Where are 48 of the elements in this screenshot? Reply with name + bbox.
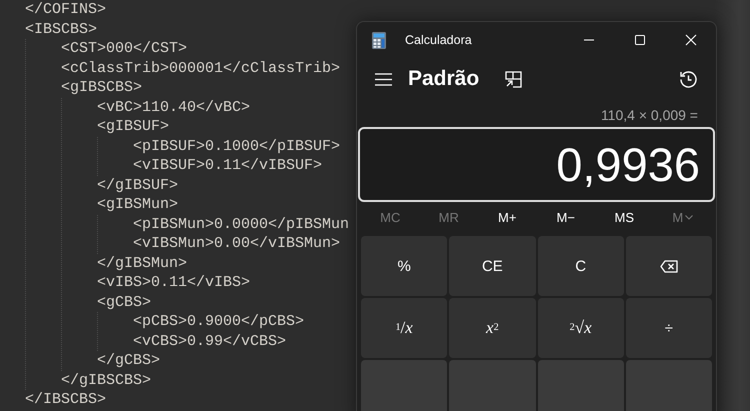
code-line: <pCBS>0.9000</pCBS> <box>133 312 304 332</box>
code-line: <vIBS>0.11</vIBS> <box>97 273 250 292</box>
code-line: </COFINS> <box>25 0 106 20</box>
key-button[interactable]: ÷ <box>626 298 712 358</box>
key-button[interactable]: C <box>538 236 624 296</box>
code-line: </gIBSCBS> <box>61 370 152 390</box>
maximize-icon <box>634 34 646 46</box>
code-line: <gCBS> <box>97 292 152 312</box>
key-button[interactable] <box>538 360 624 411</box>
backspace-button[interactable] <box>626 236 712 296</box>
history-icon[interactable] <box>679 70 698 89</box>
code-line: <vIBSMun>0.00</vIBSMun> <box>133 234 340 254</box>
code-line: <IBSCBS> <box>25 20 98 39</box>
key-button[interactable] <box>626 360 712 411</box>
code-line: </IBSCBS> <box>25 390 106 410</box>
calculator-icon <box>372 32 386 48</box>
code-line: <pIBSUF>0.1000</pIBSUF> <box>133 136 340 156</box>
expression-text: 110,4 × 0,009 = <box>600 107 698 124</box>
code-line: <vIBSUF>0.11</vIBSUF> <box>133 156 322 176</box>
memory-button[interactable]: MS <box>595 204 654 232</box>
code-line: <gIBSCBS> <box>61 78 142 98</box>
chevron-icon <box>685 215 694 220</box>
backspace-icon <box>660 260 678 272</box>
code-line: </gIBSUF> <box>97 176 178 195</box>
window-title: Calculadora <box>405 33 473 47</box>
key-button[interactable]: x$^{2}$ <box>449 298 536 358</box>
key-button[interactable]: CE <box>449 236 536 296</box>
code-line: <vBC>110.40</vBC> <box>97 98 250 117</box>
memory-button[interactable]: M− <box>536 204 595 232</box>
code-line: <cClassTrib>000001</cClassTrib> <box>61 58 340 78</box>
code-line: <gIBSMun> <box>97 195 178 214</box>
close-icon <box>684 34 696 46</box>
mode-title: Padrão <box>408 67 480 92</box>
key-button[interactable]: % <box>361 236 448 296</box>
code-line: <vCBS>0.99</vCBS> <box>133 332 286 351</box>
code-line: <gIBSUF> <box>97 117 170 136</box>
key-button[interactable]: $^{2}$√x <box>538 298 624 358</box>
key-button[interactable] <box>361 360 448 411</box>
code-line: </gIBSMun> <box>97 254 188 273</box>
code-line: <CST>000</CST> <box>61 39 188 58</box>
key-button[interactable] <box>449 360 536 411</box>
memory-button[interactable]: M+ <box>478 204 536 232</box>
key-button[interactable]: $^{1}$/x <box>361 298 448 358</box>
code-line: <pIBSMun>0.0000</pIBSMun <box>133 214 350 234</box>
code-line: </gCBS> <box>97 351 160 370</box>
menu-icon[interactable] <box>375 72 392 86</box>
keep-on-top-icon[interactable] <box>505 70 522 88</box>
result-display: 0,9936 <box>358 127 715 202</box>
